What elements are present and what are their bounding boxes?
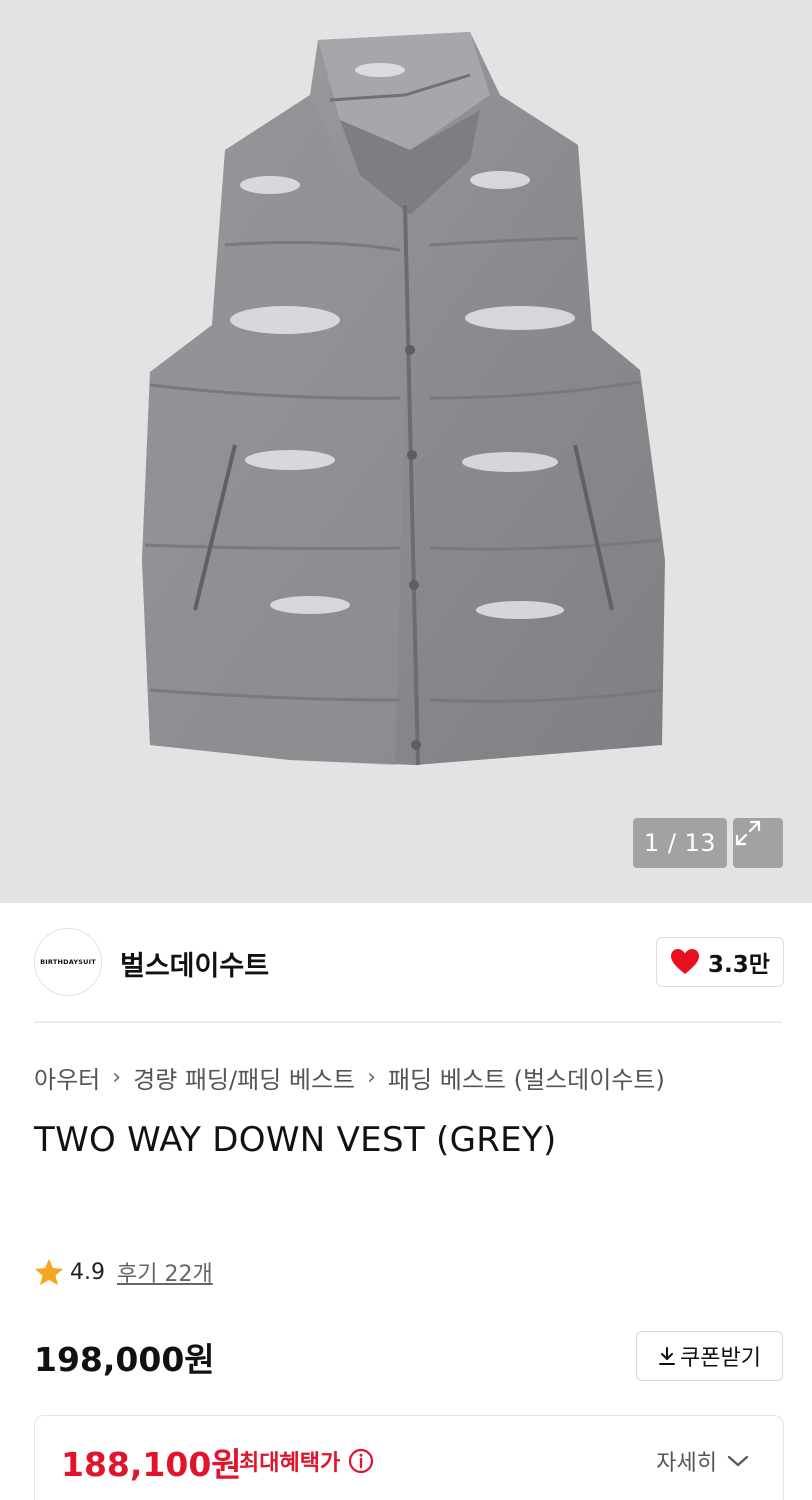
image-counter: 1 / 13 xyxy=(633,818,727,868)
benefit-price: 188,100원 xyxy=(61,1445,242,1484)
star-icon xyxy=(35,1259,63,1285)
brand-row: BIRTHDAYSUIT 벌스데이수트 3.3만 xyxy=(34,928,784,996)
rating: 4.9 후기 22개 xyxy=(34,1256,213,1288)
breadcrumb-item-padding[interactable]: 경량 패딩/패딩 베스트 xyxy=(133,1060,355,1095)
chevron-right-icon: › xyxy=(112,1065,122,1090)
download-icon xyxy=(659,1347,676,1365)
details-label: 자세히 xyxy=(656,1451,717,1476)
expand-icon xyxy=(735,820,761,846)
coupon-label: 쿠폰받기 xyxy=(680,1346,761,1371)
breadcrumb-item-vest[interactable]: 패딩 베스트 (벌스데이수트) xyxy=(388,1060,665,1095)
rating-value: 4.9 xyxy=(70,1259,105,1285)
product-image-gallery[interactable]: 1 / 13 xyxy=(0,0,812,903)
brand-logo-text: BIRTHDAYSUIT xyxy=(40,958,96,966)
max-benefit-box[interactable]: 188,100원 최대혜택가 자세히 xyxy=(34,1415,784,1500)
chevron-down-icon xyxy=(727,1455,749,1467)
brand-logo[interactable]: BIRTHDAYSUIT xyxy=(34,928,102,996)
breadcrumb-item-outer[interactable]: 아우터 xyxy=(34,1060,100,1095)
benefit-label-group: 최대혜택가 xyxy=(239,1445,374,1477)
coupon-button[interactable]: 쿠폰받기 xyxy=(636,1331,783,1381)
expand-button[interactable] xyxy=(733,818,783,868)
like-button[interactable]: 3.3만 xyxy=(656,937,784,987)
divider xyxy=(34,1021,782,1023)
benefit-label: 최대혜택가 xyxy=(239,1451,341,1476)
details-button[interactable]: 자세히 xyxy=(656,1445,749,1477)
product-title: TWO WAY DOWN VEST (GREY) xyxy=(34,1120,557,1160)
product-image xyxy=(142,32,665,766)
chevron-right-icon: › xyxy=(367,1065,376,1090)
brand-name[interactable]: 벌스데이수트 xyxy=(120,944,269,983)
info-icon[interactable] xyxy=(348,1448,374,1474)
review-link[interactable]: 후기 22개 xyxy=(117,1256,213,1288)
like-count: 3.3만 xyxy=(708,952,770,978)
breadcrumb: 아우터 › 경량 패딩/패딩 베스트 › 패딩 베스트 (벌스데이수트) xyxy=(34,1060,665,1095)
product-price: 198,000원 xyxy=(34,1340,215,1379)
heart-icon xyxy=(671,949,700,974)
